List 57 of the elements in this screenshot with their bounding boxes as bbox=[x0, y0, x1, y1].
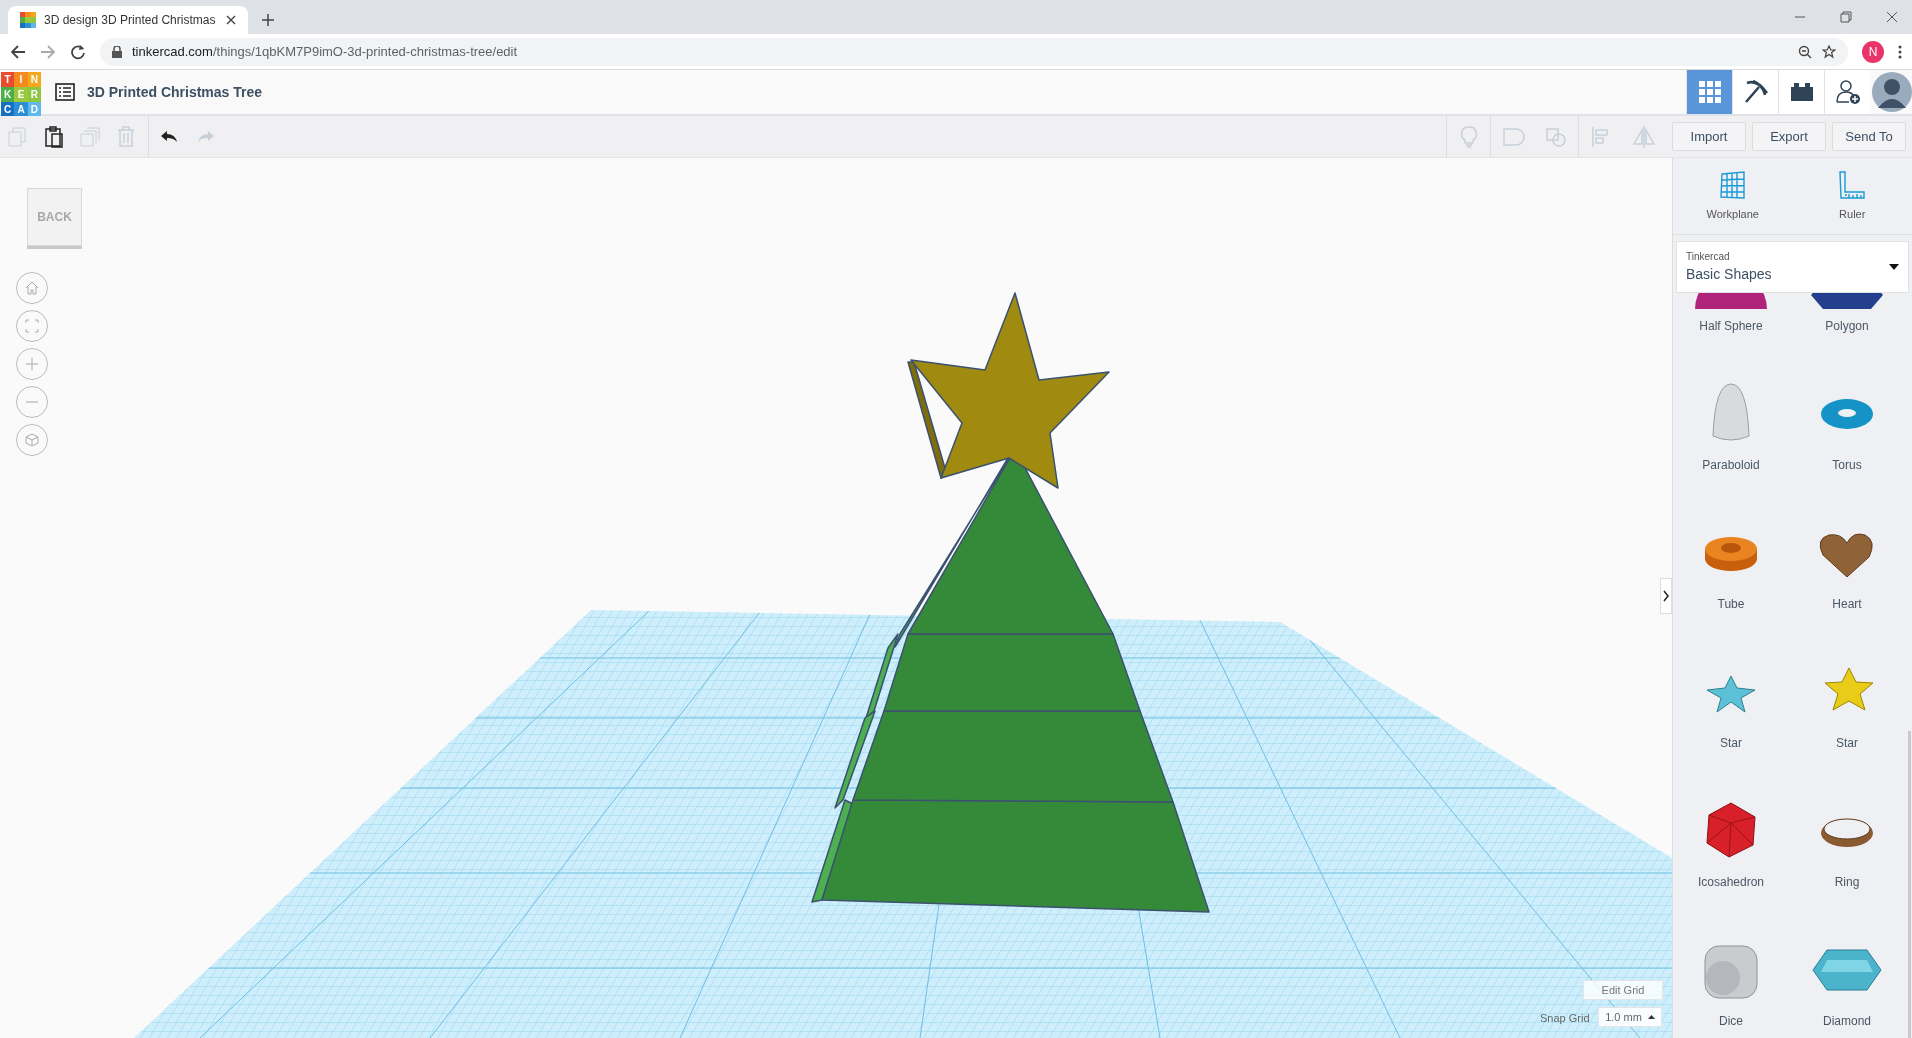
shape-tile[interactable]: Tube bbox=[1673, 482, 1789, 621]
chevron-right-icon bbox=[1663, 590, 1669, 602]
caret-icon bbox=[1889, 264, 1899, 270]
shape-tile[interactable]: Torus bbox=[1789, 343, 1905, 482]
reload-icon[interactable] bbox=[70, 43, 86, 60]
import-button[interactable]: Import bbox=[1672, 122, 1746, 151]
shape-library-dropdown[interactable]: Tinkercad Basic Shapes bbox=[1676, 241, 1909, 293]
scrollbar-thumb[interactable] bbox=[1908, 731, 1911, 1038]
add-user-icon bbox=[1834, 79, 1861, 105]
shape-tile[interactable]: Star bbox=[1789, 621, 1905, 760]
zoom-out-icon[interactable] bbox=[1798, 44, 1812, 59]
paste-icon[interactable] bbox=[42, 124, 66, 149]
edit-grid-button[interactable]: Edit Grid bbox=[1583, 980, 1663, 1000]
new-tab-icon[interactable] bbox=[262, 14, 274, 26]
shape-tile[interactable]: Paraboloid bbox=[1673, 343, 1789, 482]
url-text: tinkercad.com/things/1qbKM7P9imO-3d-printed-christmas-tree/edit bbox=[132, 42, 518, 61]
grid-view-icon bbox=[1696, 79, 1723, 105]
codeblocks-button[interactable] bbox=[1732, 70, 1778, 114]
export-button[interactable]: Export bbox=[1752, 122, 1826, 151]
profile-avatar[interactable]: N bbox=[1862, 40, 1884, 63]
lock-icon bbox=[112, 45, 122, 58]
tab-title: 3D design 3D Printed Christmas bbox=[44, 12, 217, 29]
list-icon[interactable] bbox=[55, 83, 75, 101]
home-icon bbox=[25, 281, 39, 295]
close-icon[interactable] bbox=[1886, 11, 1898, 23]
snap-grid-label: Snap Grid bbox=[1540, 1011, 1590, 1026]
workplane-tool[interactable]: Workplane bbox=[1673, 158, 1793, 234]
send-to-button[interactable]: Send To bbox=[1832, 122, 1906, 151]
plus-icon bbox=[25, 357, 39, 371]
shape-tile[interactable]: Polygon bbox=[1789, 293, 1905, 343]
forward-arrow-icon[interactable] bbox=[40, 43, 56, 60]
user-avatar[interactable] bbox=[1872, 72, 1912, 112]
bricks-button[interactable] bbox=[1778, 70, 1824, 114]
address-bar[interactable]: tinkercad.com/things/1qbKM7P9imO-3d-printed-christmas-tree/edit bbox=[100, 37, 1848, 66]
shape-tile[interactable]: Diamond bbox=[1789, 899, 1905, 1038]
shape-tile[interactable]: Heart bbox=[1789, 482, 1905, 621]
caret-up-icon bbox=[1647, 1015, 1655, 1019]
shape-tile[interactable]: Half Sphere bbox=[1673, 293, 1789, 343]
panel-collapse-handle[interactable] bbox=[1660, 578, 1672, 614]
browser-tab[interactable]: 3D design 3D Printed Christmas bbox=[8, 6, 248, 34]
ruler-tool[interactable]: Ruler bbox=[1792, 158, 1912, 234]
shape-tile[interactable]: Icosahedron bbox=[1673, 760, 1789, 899]
close-icon[interactable] bbox=[226, 15, 236, 25]
tinkercad-favicon-icon bbox=[20, 12, 36, 28]
back-arrow-icon[interactable] bbox=[10, 43, 26, 60]
shape-tile[interactable]: Star bbox=[1673, 621, 1789, 760]
cube-icon bbox=[24, 432, 40, 448]
design-title[interactable]: 3D Printed Christmas Tree bbox=[87, 81, 263, 103]
menu-icon[interactable] bbox=[1898, 44, 1902, 59]
snap-grid-dropdown[interactable]: 1.0 mm bbox=[1598, 1007, 1662, 1027]
pickaxe-icon bbox=[1742, 79, 1769, 105]
fit-icon bbox=[25, 319, 39, 333]
star-icon[interactable] bbox=[1822, 44, 1836, 59]
shape-tile[interactable]: Dice bbox=[1673, 899, 1789, 1038]
invite-user-button[interactable] bbox=[1824, 70, 1870, 114]
shape-tile[interactable]: Ring bbox=[1789, 760, 1905, 899]
restore-icon[interactable] bbox=[1840, 11, 1852, 23]
